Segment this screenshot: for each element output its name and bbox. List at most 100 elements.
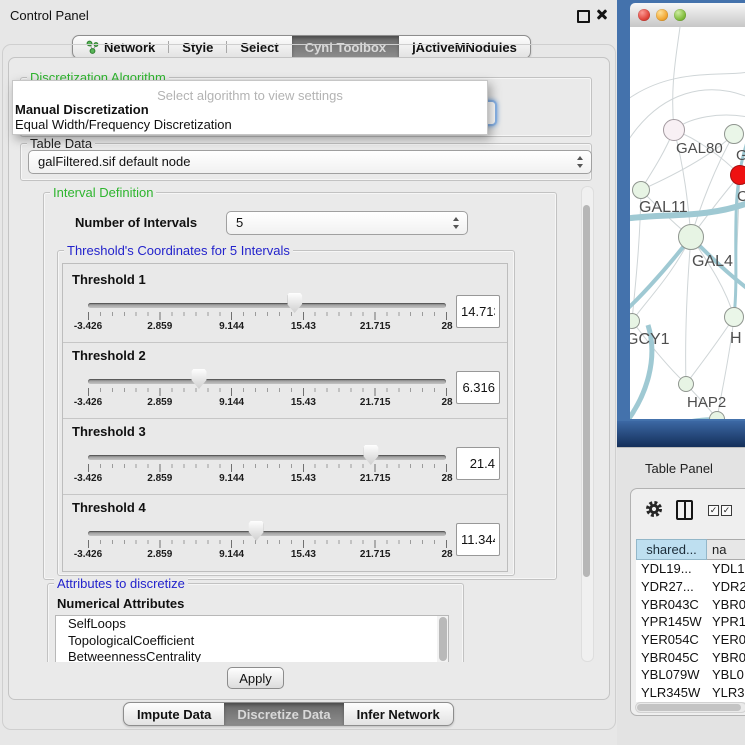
table-cell[interactable]: YER0 — [707, 632, 745, 647]
table-cell[interactable]: YLR3 — [707, 685, 745, 700]
algorithm-option-manual-discretization[interactable]: Manual Discretization — [15, 102, 149, 117]
network-node[interactable] — [730, 165, 745, 185]
table-cell[interactable]: YBR045C — [636, 650, 707, 665]
table-cell[interactable]: YDL19... — [636, 561, 707, 576]
column-header-name[interactable]: na — [707, 539, 745, 560]
network-node[interactable] — [724, 307, 744, 327]
table-data-combo[interactable]: galFiltered.sif default node — [28, 150, 592, 174]
group-title: Threshold's Coordinates for 5 Intervals — [64, 244, 293, 257]
table-horizontal-scrollbar[interactable] — [635, 702, 745, 713]
slider-ticks — [88, 464, 447, 472]
network-node[interactable] — [678, 224, 704, 250]
slider-ticks — [88, 312, 447, 320]
slider-track[interactable] — [88, 379, 446, 384]
number-of-intervals-label: Number of Intervals — [75, 215, 197, 230]
threshold-value-input[interactable] — [456, 523, 500, 556]
group-title: Interval Definition — [50, 186, 156, 199]
network-node-label: GAL4 — [692, 253, 733, 271]
slider-knob[interactable] — [191, 369, 206, 389]
table-cell[interactable]: YBL079W — [636, 667, 707, 682]
tick-label: 15.43 — [291, 473, 316, 484]
table-row[interactable]: YDL19... YDL1 — [636, 560, 745, 578]
table-row[interactable]: YBR045C YBR0 — [636, 648, 745, 666]
network-frame-bottom-bar — [617, 421, 745, 447]
tick-label: 15.43 — [291, 549, 316, 560]
network-window-titlebar[interactable] — [630, 3, 745, 28]
slider-track[interactable] — [88, 531, 446, 536]
table-panel-area: Table Panel shared... na YDL19... YDL1 Y… — [617, 447, 745, 745]
panel-scrollbar[interactable] — [581, 186, 594, 662]
close-traffic-light-icon[interactable] — [638, 9, 650, 21]
table-cell[interactable]: YBR0 — [707, 650, 745, 665]
slider-knob[interactable] — [287, 293, 302, 313]
columns-icon[interactable] — [676, 500, 693, 520]
tab-label: Discretize Data — [237, 707, 330, 722]
threshold-slider[interactable]: -3.4262.8599.14415.4321.71528 — [87, 266, 447, 342]
table-cell[interactable]: YPR1 — [707, 614, 745, 629]
table-cell[interactable]: YBL0 — [707, 667, 744, 682]
group-title: Attributes to discretize — [54, 577, 188, 590]
network-node[interactable] — [632, 181, 650, 199]
attribute-item[interactable]: TopologicalCoefficient — [56, 633, 448, 650]
tick-label: 9.144 — [219, 321, 244, 332]
table-cell[interactable]: YBR043C — [636, 597, 707, 612]
close-icon[interactable] — [596, 8, 608, 20]
threshold-slider[interactable]: -3.4262.8599.14415.4321.71528 — [87, 494, 447, 570]
network-node-label: GAL11 — [639, 199, 688, 217]
slider-track[interactable] — [88, 303, 446, 308]
control-panel: Control Panel Network Style Select Cyni … — [0, 0, 617, 745]
scrollbar-thumb[interactable] — [583, 205, 590, 577]
slider-tick-labels: -3.4262.8599.14415.4321.71528 — [88, 549, 447, 562]
attribute-item[interactable]: SelfLoops — [56, 616, 448, 633]
network-node[interactable] — [663, 119, 685, 141]
table-row[interactable]: YER054C YER0 — [636, 631, 745, 649]
threshold-slider[interactable]: -3.4262.8599.14415.4321.71528 — [87, 342, 447, 418]
table-cell[interactable]: YPR145W — [636, 614, 707, 629]
table-row[interactable]: YBR043C YBR0 — [636, 595, 745, 613]
threshold-value-input[interactable] — [456, 295, 500, 328]
table-cell[interactable]: YDR27... — [636, 579, 707, 594]
table-cell[interactable]: YDL1 — [707, 561, 745, 576]
attribute-item[interactable]: BetweennessCentrality — [56, 649, 448, 662]
table-row[interactable]: YDR27... YDR2 — [636, 578, 745, 596]
table-row[interactable]: YLR345W YLR3 — [636, 684, 745, 702]
network-node[interactable] — [678, 376, 694, 392]
table-panel-title: Table Panel — [645, 461, 713, 476]
checkbox-icon[interactable] — [708, 505, 719, 516]
tab-label: Impute Data — [137, 707, 211, 722]
cyni-mode-tab-bar: Impute Data Discretize Data Infer Networ… — [123, 702, 454, 726]
apply-button[interactable]: Apply — [227, 667, 284, 689]
threshold-value-input[interactable] — [456, 447, 500, 480]
network-canvas[interactable]: GAL80GACGAL11GAL4GCY1HHAP2 — [630, 27, 745, 419]
slider-knob[interactable] — [249, 521, 264, 541]
tick-label: 21.715 — [360, 321, 391, 332]
checkbox-icon[interactable] — [721, 505, 732, 516]
scrollbar-thumb[interactable] — [439, 617, 447, 661]
threshold-value-input[interactable] — [456, 371, 500, 404]
table-cell[interactable]: YDR2 — [707, 579, 745, 594]
network-node[interactable] — [724, 124, 744, 144]
combo-arrows-icon — [453, 217, 460, 229]
scrollbar-thumb[interactable] — [637, 704, 741, 711]
table-cell[interactable]: YBR0 — [707, 597, 745, 612]
table-row[interactable]: YPR145W YPR1 — [636, 613, 745, 631]
list-scrollbar[interactable] — [437, 616, 448, 662]
table-cell[interactable]: YLR345W — [636, 685, 707, 700]
settings-gear-icon[interactable] — [645, 500, 663, 518]
column-header-shared-name[interactable]: shared... — [636, 539, 707, 560]
slider-tick-labels: -3.4262.8599.14415.4321.71528 — [88, 321, 447, 334]
tab-infer-network[interactable]: Infer Network — [344, 703, 453, 725]
algorithm-option-equal-width-frequency[interactable]: Equal Width/Frequency Discretization — [15, 117, 232, 132]
number-of-intervals-combo[interactable]: 5 — [226, 211, 468, 235]
table-row[interactable]: YBL079W YBL0 — [636, 666, 745, 684]
slider-knob[interactable] — [363, 445, 378, 465]
threshold-slider[interactable]: -3.4262.8599.14415.4321.71528 — [87, 418, 447, 494]
zoom-traffic-light-icon[interactable] — [674, 9, 686, 21]
threshold-row: Threshold 3 -3.4262.8599.14415.4321.7152… — [63, 418, 507, 495]
table-cell[interactable]: YER054C — [636, 632, 707, 647]
tab-discretize-data[interactable]: Discretize Data — [224, 703, 343, 725]
float-window-icon[interactable] — [577, 10, 590, 23]
slider-track[interactable] — [88, 455, 446, 460]
minimize-traffic-light-icon[interactable] — [656, 9, 668, 21]
tab-impute-data[interactable]: Impute Data — [124, 703, 224, 725]
